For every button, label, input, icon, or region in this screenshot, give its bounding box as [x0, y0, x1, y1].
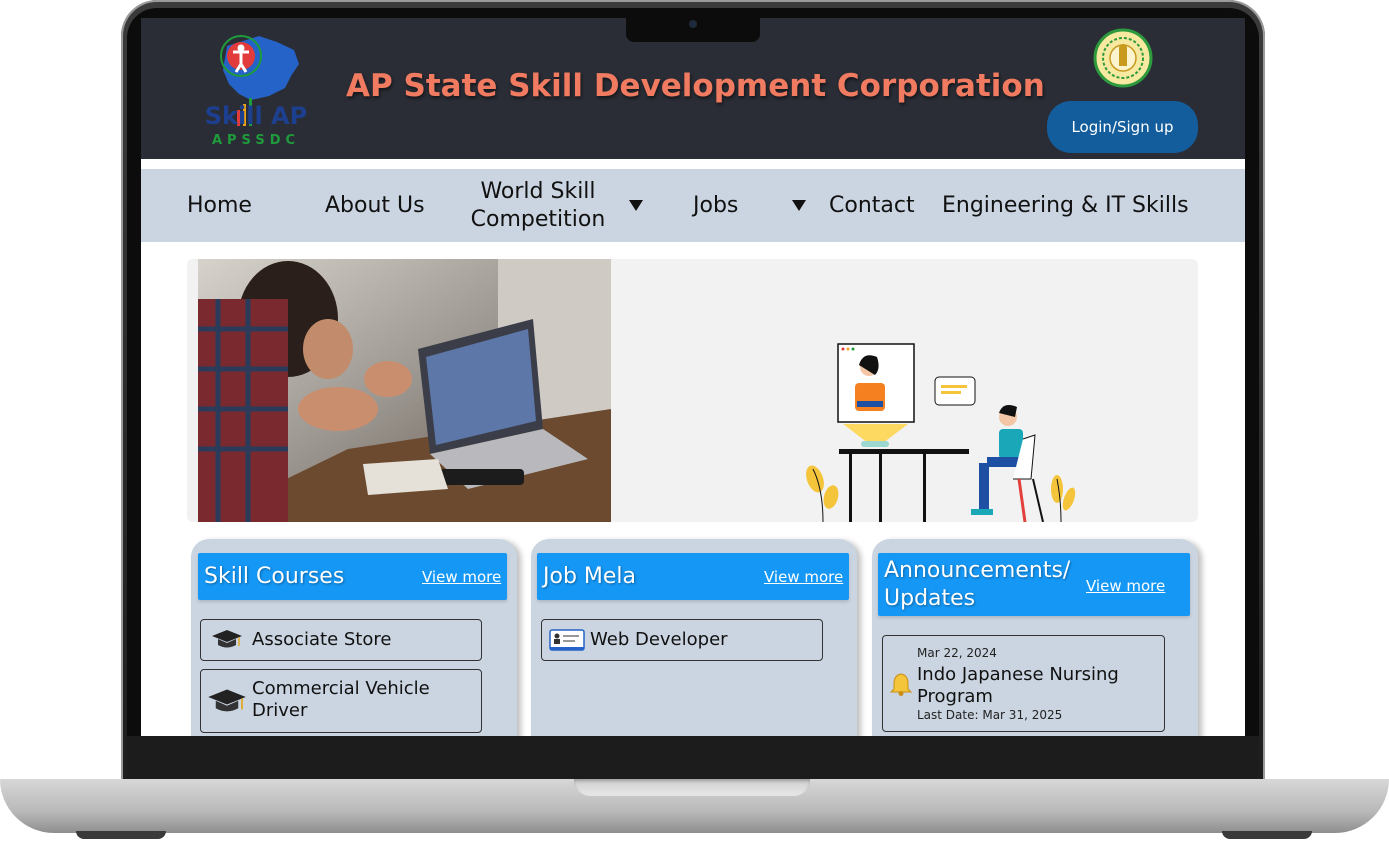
laptop-opening-lip — [574, 779, 810, 796]
header-divider — [141, 159, 1245, 169]
nav-item-jobs[interactable]: Jobs — [693, 169, 738, 242]
course-name: Commercial Vehicle Driver — [252, 678, 430, 722]
browser-screen: Skill AP APSSDC AP State Skill Developme… — [141, 18, 1245, 736]
skill-courses-title: Skill Courses — [204, 564, 345, 589]
announcements-card-header: Announcements/ Updates View more — [878, 553, 1190, 616]
online-meeting-illustration — [806, 343, 1076, 522]
laptop-foot-right — [1222, 831, 1312, 839]
announcements-title-line1: Announcements/ — [884, 558, 1071, 583]
announcements-view-more-link[interactable]: View more — [1086, 577, 1165, 595]
laptop-foot-left — [76, 831, 166, 839]
job-mela-view-more-link[interactable]: View more — [764, 568, 843, 586]
announcement-last-date: Last Date: Mar 31, 2025 — [917, 708, 1063, 722]
announcement-title: Indo Japanese Nursing Program — [917, 664, 1119, 708]
chevron-down-icon[interactable] — [629, 200, 643, 211]
login-signup-button[interactable]: Login/Sign up — [1047, 101, 1198, 153]
skill-courses-card-header: Skill Courses View more — [198, 553, 507, 600]
nav-item-label-line2: Competition — [470, 207, 606, 232]
chevron-down-icon[interactable] — [792, 200, 806, 211]
nav-item-contact[interactable]: Contact — [829, 169, 915, 242]
logo-text: Skill AP — [204, 102, 308, 130]
skill-courses-view-more-link[interactable]: View more — [422, 568, 501, 586]
nav-item-world-skill-competition[interactable]: World Skill Competition — [453, 178, 623, 234]
nav-item-label-line1: World Skill — [480, 179, 596, 204]
list-item[interactable]: Commercial Vehicle Driver — [200, 669, 482, 733]
main-nav: Home About Us World Skill Competition Jo… — [141, 169, 1245, 242]
nav-item-about-us[interactable]: About Us — [325, 169, 425, 242]
list-item[interactable]: Associate Store — [200, 619, 482, 661]
job-mela-card-header: Job Mela View more — [537, 553, 849, 600]
camera-icon — [689, 20, 697, 28]
id-card-icon — [549, 629, 585, 651]
announcements-title: Announcements/ Updates — [884, 557, 1070, 613]
page-title: AP State Skill Development Corporation — [346, 68, 1045, 104]
office-meeting-photo — [198, 259, 611, 522]
nav-item-engineering-it-skills[interactable]: Engineering & IT Skills — [942, 169, 1189, 242]
logo-subtext: APSSDC — [211, 133, 301, 148]
announcement-title-line2: Program — [917, 686, 993, 707]
list-item[interactable]: Mar 22, 2024 Indo Japanese Nursing Progr… — [882, 635, 1165, 732]
bell-icon — [890, 673, 912, 696]
government-emblem-icon — [1093, 28, 1153, 88]
hero-banner — [187, 259, 1198, 522]
announcement-date: Mar 22, 2024 — [917, 646, 997, 660]
skill-courses-card: Skill Courses View more Associate Store … — [191, 539, 517, 736]
nav-item-home[interactable]: Home — [187, 169, 252, 242]
laptop-chin — [127, 736, 1259, 780]
graduation-cap-icon — [212, 630, 242, 648]
course-name-line1: Commercial Vehicle — [252, 678, 430, 699]
announcements-title-line2: Updates — [884, 586, 976, 611]
announcement-title-line1: Indo Japanese Nursing — [917, 664, 1119, 685]
list-item[interactable]: Web Developer — [541, 619, 823, 661]
job-mela-card: Job Mela View more Web Developer — [531, 539, 857, 736]
graduation-cap-icon — [208, 689, 246, 712]
job-mela-title: Job Mela — [543, 564, 637, 589]
course-name-line2: Driver — [252, 700, 308, 721]
announcements-card: Announcements/ Updates View more Mar 22,… — [872, 539, 1198, 736]
course-name: Associate Store — [252, 629, 392, 650]
job-title: Web Developer — [590, 629, 728, 650]
